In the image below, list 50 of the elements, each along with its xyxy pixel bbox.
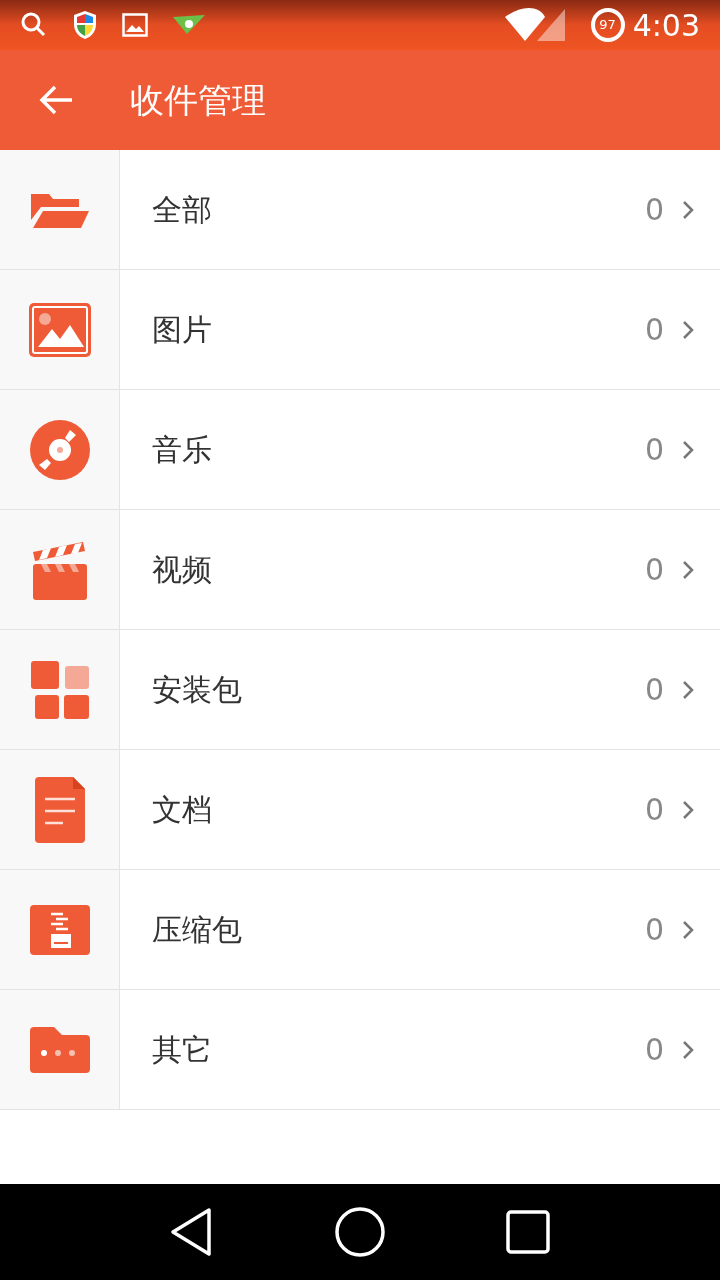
category-row[interactable]: 压缩包 0 bbox=[0, 870, 720, 990]
chevron-right-icon bbox=[682, 679, 694, 700]
category-row[interactable]: 文档 0 bbox=[0, 750, 720, 870]
chevron-right-icon bbox=[682, 559, 694, 580]
home-nav-icon[interactable] bbox=[334, 1206, 386, 1258]
chevron-right-icon bbox=[682, 319, 694, 340]
category-label: 压缩包 bbox=[152, 911, 243, 949]
category-label: 图片 bbox=[152, 311, 213, 349]
paper-plane-icon bbox=[172, 14, 206, 36]
apps-icon bbox=[30, 660, 89, 719]
chevron-right-icon bbox=[682, 199, 694, 220]
category-row[interactable]: 安装包 0 bbox=[0, 630, 720, 750]
recents-nav-icon[interactable] bbox=[504, 1209, 551, 1255]
category-count: 0 bbox=[644, 431, 664, 469]
category-count: 0 bbox=[644, 791, 664, 829]
category-label: 文档 bbox=[152, 791, 213, 829]
chevron-right-icon bbox=[682, 919, 694, 940]
chevron-right-icon bbox=[682, 439, 694, 460]
status-time: 4:03 bbox=[632, 6, 700, 45]
category-row[interactable]: 音乐 0 bbox=[0, 390, 720, 510]
category-count: 0 bbox=[644, 191, 664, 229]
category-label: 其它 bbox=[152, 1031, 213, 1069]
category-label: 音乐 bbox=[152, 431, 213, 469]
chevron-right-icon bbox=[682, 1039, 694, 1060]
document-icon bbox=[34, 776, 85, 843]
shield-icon bbox=[72, 10, 98, 40]
category-count: 0 bbox=[644, 911, 664, 949]
category-row[interactable]: 视频 0 bbox=[0, 510, 720, 630]
category-count: 0 bbox=[644, 671, 664, 709]
clapper-icon bbox=[30, 539, 89, 600]
archive-icon bbox=[29, 904, 90, 955]
category-label: 全部 bbox=[152, 191, 213, 229]
chevron-right-icon bbox=[682, 799, 694, 820]
battery-indicator: 97 bbox=[590, 8, 625, 42]
image-icon bbox=[122, 13, 148, 37]
wifi-signal-icon bbox=[502, 7, 567, 43]
page-title: 收件管理 bbox=[130, 78, 266, 122]
disc-icon bbox=[29, 419, 90, 480]
image-icon bbox=[28, 302, 91, 357]
category-label: 视频 bbox=[152, 551, 213, 589]
category-count: 0 bbox=[644, 551, 664, 589]
folder-dots-icon bbox=[29, 1026, 90, 1073]
category-count: 0 bbox=[644, 311, 664, 349]
back-icon bbox=[38, 84, 74, 116]
search-icon bbox=[20, 11, 48, 39]
category-row[interactable]: 全部 0 bbox=[0, 150, 720, 270]
category-count: 0 bbox=[644, 1031, 664, 1069]
category-row[interactable]: 其它 0 bbox=[0, 990, 720, 1110]
category-row[interactable]: 图片 0 bbox=[0, 270, 720, 390]
category-label: 安装包 bbox=[152, 671, 243, 709]
